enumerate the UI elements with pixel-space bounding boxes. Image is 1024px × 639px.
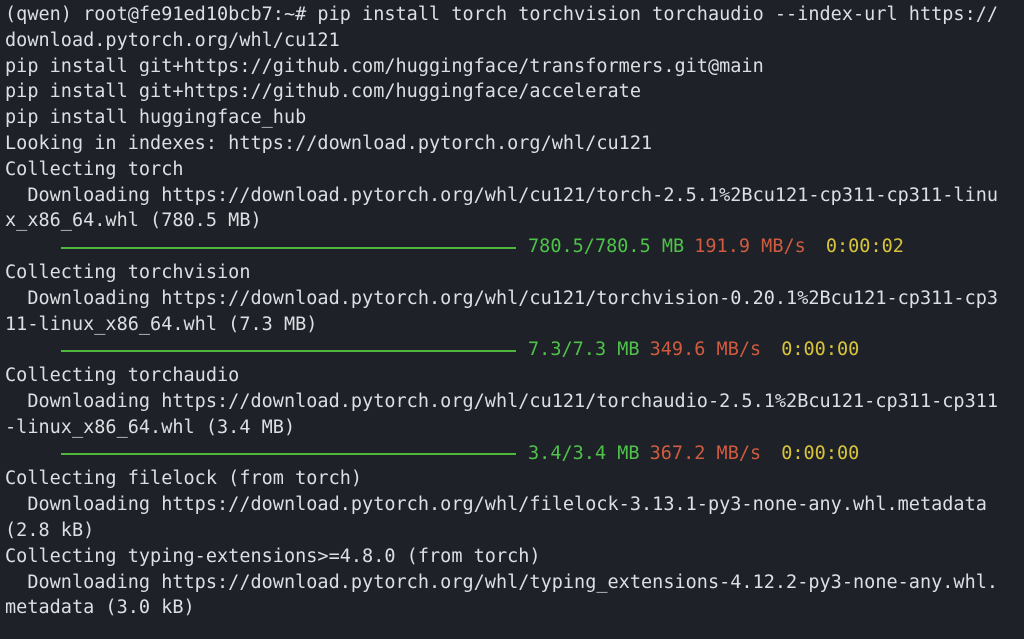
download-speed: 367.2 MB/s (649, 442, 762, 464)
download-eta: 0:00:00 (781, 339, 860, 361)
download-eta: 0:00:00 (781, 442, 860, 464)
terminal-line: Collecting torchaudio (5, 365, 240, 387)
terminal-window[interactable]: (qwen) root@fe91ed10bcb7:~# pip install … (0, 0, 1024, 639)
terminal-line: (qwen) root@fe91ed10bcb7:~# pip install … (5, 4, 999, 25)
download-speed: 191.9 MB/s (694, 236, 806, 258)
terminal-line: -linux_x86_64.whl (3.4 MB) (5, 416, 296, 438)
terminal-line: x_x86_64.whl (780.5 MB) (5, 210, 262, 232)
terminal-line: pip install git+https://github.com/huggi… (5, 55, 764, 77)
terminal-line: Downloading https://download.pytorch.org… (5, 494, 987, 516)
terminal-line: Downloading https://download.pytorch.org… (5, 287, 999, 309)
terminal-line: Collecting torchvision (5, 261, 251, 283)
download-eta: 0:00:02 (825, 236, 904, 258)
progress-bar (61, 247, 516, 250)
download-size: 7.3/7.3 MB (528, 339, 640, 361)
download-progress-line: 3.4/3.4 MB 367.2 MB/s 0:00:00 (5, 441, 1024, 467)
terminal-line: metadata (3.0 kB) (5, 597, 195, 619)
progress-bar (61, 453, 516, 456)
terminal-line: pip install git+https://github.com/huggi… (5, 81, 642, 103)
terminal-line: Collecting filelock (from torch) (5, 468, 363, 490)
download-progress-line: 7.3/7.3 MB 349.6 MB/s 0:00:00 (5, 337, 1024, 363)
terminal-line: Downloading https://download.pytorch.org… (5, 184, 999, 206)
terminal-line: pip install huggingface_hub (5, 107, 307, 129)
terminal-line: Collecting torch (5, 158, 184, 180)
terminal-line: Downloading https://download.pytorch.org… (5, 390, 999, 412)
download-size: 3.4/3.4 MB (528, 442, 640, 464)
terminal-line: 11-linux_x86_64.whl (7.3 MB) (5, 313, 318, 335)
download-size: 780.5/780.5 MB (528, 236, 685, 258)
terminal-line: download.pytorch.org/whl/cu121 (5, 29, 340, 51)
terminal-line: Downloading https://download.pytorch.org… (5, 571, 999, 593)
download-progress-line: 780.5/780.5 MB 191.9 MB/s 0:00:02 (5, 234, 1024, 260)
terminal-line: Looking in indexes: https://download.pyt… (5, 132, 653, 154)
terminal-line: (2.8 kB) (5, 519, 95, 541)
terminal-output: (qwen) root@fe91ed10bcb7:~# pip install … (5, 2, 1024, 621)
download-speed: 349.6 MB/s (649, 339, 762, 361)
progress-bar (61, 350, 516, 353)
terminal-line: Collecting typing-extensions>=4.8.0 (fro… (5, 545, 541, 567)
